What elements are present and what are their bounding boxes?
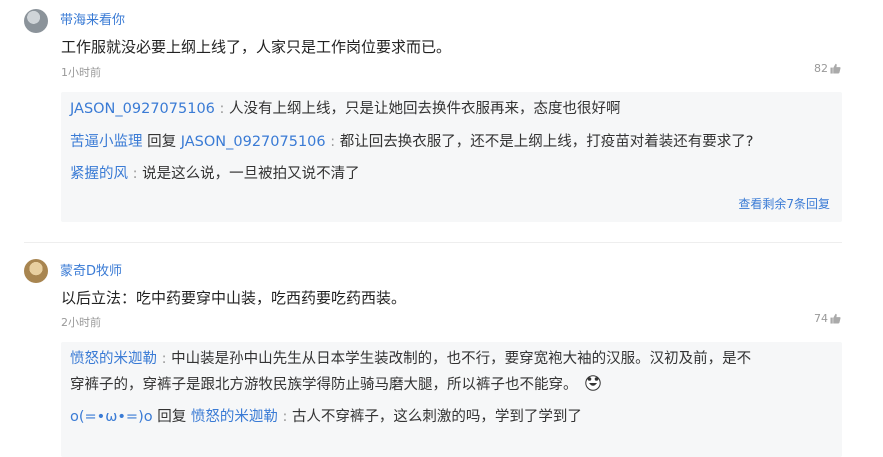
reply-separator: :: [282, 409, 288, 425]
like-count: 82: [814, 62, 828, 75]
reply-username[interactable]: o(=•ω•=)o: [70, 409, 153, 425]
reply-separator: :: [219, 101, 225, 117]
reply-item: 紧握的风 : 说是这么说，一旦被拍又说不清了: [70, 161, 830, 187]
comment-username[interactable]: 蒙奇D牧师: [60, 260, 122, 279]
reply-separator: :: [161, 351, 167, 367]
reply-item: JASON_0927075106 : 人没有上纲上线，只是让她回去换件衣服再来，…: [70, 96, 830, 122]
reply-word: 回复: [147, 134, 177, 150]
reply-item: o(=•ω•=)o 回复 愤怒的米迦勒 : 古人不穿裤子，这么刺激的吗，学到了学…: [70, 404, 830, 430]
comment-time: 2小时前: [61, 316, 101, 329]
reply-text-continued: 穿裤子的，穿裤子是跟北方游牧民族学得防止骑马磨大腿，所以裤子也不能穿。: [70, 377, 578, 393]
reply-text: 都让回去换衣服了，还不是上纲上线，打疫苗对着装还有要求了?: [339, 134, 754, 150]
like-count: 74: [814, 312, 828, 325]
avatar[interactable]: [24, 9, 48, 33]
reply-target-username[interactable]: 愤怒的米迦勒: [191, 409, 278, 425]
reply-text: 人没有上纲上线，只是让她回去换件衣服再来，态度也很好啊: [229, 101, 621, 117]
laughing-face-emoji-icon: [585, 375, 601, 391]
comment-content: 工作服就没必要上纲上线了，人家只是工作岗位要求而已。: [61, 38, 452, 56]
view-more-replies-link[interactable]: 查看剩余7条回复: [738, 195, 830, 212]
reply-item: 愤怒的米迦勒 : 中山装是孙中山先生从日本学生装改制的，也不行，要穿宽袍大袖的汉…: [70, 346, 830, 398]
reply-username[interactable]: 苦逼小监理: [70, 134, 143, 150]
reply-separator: :: [330, 134, 336, 150]
like-button[interactable]: 82: [814, 62, 841, 75]
reply-section: JASON_0927075106 : 人没有上纲上线，只是让她回去换件衣服再来，…: [61, 92, 842, 222]
reply-text: 说是这么说，一旦被拍又说不清了: [142, 166, 360, 182]
comment-username[interactable]: 带海来看你: [60, 9, 125, 28]
reply-section: 愤怒的米迦勒 : 中山装是孙中山先生从日本学生装改制的，也不行，要穿宽袍大袖的汉…: [61, 342, 842, 457]
reply-separator: :: [132, 166, 138, 182]
reply-word: 回复: [157, 409, 187, 425]
comment-content: 以后立法：吃中药要穿中山装，吃西药要吃药西装。: [61, 289, 407, 307]
comment-time: 1小时前: [61, 66, 101, 79]
avatar[interactable]: [24, 259, 48, 283]
like-button[interactable]: 74: [814, 312, 841, 325]
reply-username[interactable]: 紧握的风: [70, 166, 128, 182]
reply-text: 古人不穿裤子，这么刺激的吗，学到了学到了: [291, 409, 582, 425]
comment-divider: [24, 242, 842, 243]
reply-item: 苦逼小监理 回复 JASON_0927075106 : 都让回去换衣服了，还不是…: [70, 129, 830, 155]
thumbs-up-icon: [830, 63, 841, 74]
reply-target-username[interactable]: JASON_0927075106: [181, 134, 326, 150]
reply-username[interactable]: JASON_0927075106: [70, 101, 215, 117]
thumbs-up-icon: [830, 313, 841, 324]
reply-username[interactable]: 愤怒的米迦勒: [70, 351, 157, 367]
reply-text: 中山装是孙中山先生从日本学生装改制的，也不行，要穿宽袍大袖的汉服。汉初及前，是不: [171, 351, 752, 367]
